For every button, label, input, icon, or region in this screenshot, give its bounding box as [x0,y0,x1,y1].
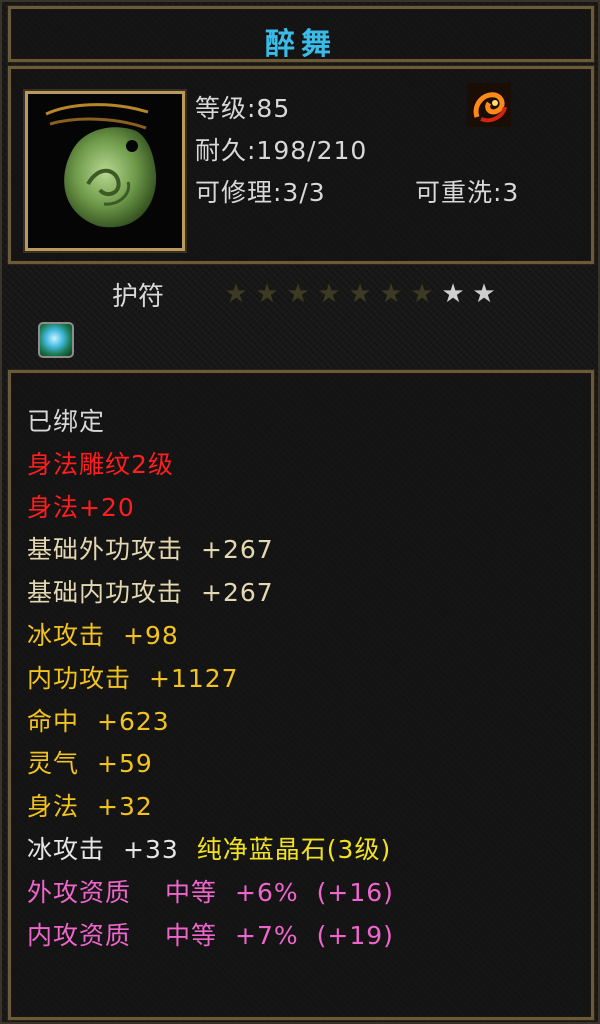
attribute-line: 内攻资质 中等 +7% (+19) [27,915,394,958]
attribute-bonus: (+19) [316,920,394,950]
attribute-line: 身法雕纹2级 [27,444,394,487]
item-rewashable: 可重洗:3 [415,178,520,207]
item-tooltip: 醉舞 等级:85 耐久:198/210 可修理:3/3 可重洗:3 护符 ★ ★… [0,0,600,1024]
star-filled-icon: ★ [286,279,310,309]
attribute-line: 内功攻击 +1127 [27,658,394,701]
attribute-text: 已绑定 [27,407,106,436]
attribute-grade: 中等 [165,920,218,950]
item-level: 等级:85 [195,94,291,123]
item-name: 醉舞 [265,27,337,62]
attribute-line: 灵气 +59 [27,743,394,786]
attribute-value: +267 [201,535,274,565]
attribute-value: +623 [97,706,170,736]
attributes-panel: 已绑定身法雕纹2级 身法+20 基础外功攻击 +267 基础内功攻击 +267 冰攻击 +98… [8,370,594,1020]
attribute-list: 已绑定身法雕纹2级 身法+20 基础外功攻击 +267 基础内功攻击 +267 冰攻击 +98… [27,401,394,957]
attribute-label: 灵气 [27,749,80,779]
attribute-line: 身法 +32 [27,786,394,829]
gem-slot-icon[interactable] [38,322,74,358]
attribute-value: +1127 [149,663,239,693]
star-filled-icon: ★ [255,279,279,309]
attribute-value: +7% [235,920,299,950]
item-icon-frame[interactable] [25,91,185,251]
attribute-label: 冰攻击 [27,834,106,864]
attribute-line: 冰攻击 +33 纯净蓝晶石(3级) [27,829,394,872]
attribute-label: 基础内功攻击 [27,578,184,608]
attribute-line: 冰攻击 +98 [27,615,394,658]
attribute-label: 身法 [27,792,80,822]
attribute-label: 命中 [27,706,80,736]
attribute-text: 身法+20 [27,492,135,522]
attribute-line: 命中 +623 [27,701,394,744]
item-type-panel: 护符 ★ ★ ★ ★ ★ ★ ★ ★ ★ [8,268,594,368]
attribute-line: 基础外功攻击 +267 [27,529,394,572]
star-empty-icon: ★ [472,279,496,309]
attribute-label: 基础外功攻击 [27,535,184,565]
attribute-label: 内功攻击 [27,663,132,693]
attribute-line: 基础内功攻击 +267 [27,572,394,615]
star-filled-icon: ★ [317,279,341,309]
item-info-panel: 等级:85 耐久:198/210 可修理:3/3 可重洗:3 [8,66,594,264]
attribute-line: 已绑定 [27,401,394,444]
attribute-label: 外攻资质 [27,877,132,907]
item-type: 护符 [112,282,165,312]
attribute-line: 外攻资质 中等 +6% (+16) [27,872,394,915]
attribute-value: +59 [97,749,153,779]
attribute-gem: 纯净蓝晶石(3级) [196,834,392,864]
attribute-value: +32 [97,792,153,822]
star-filled-icon: ★ [410,279,434,309]
item-repairable: 可修理:3/3 [195,178,326,207]
attribute-grade: 中等 [165,877,218,907]
fire-swirl-icon [467,83,511,127]
jade-amulet-icon [28,94,182,248]
star-empty-icon: ★ [441,279,465,309]
star-rating: ★ ★ ★ ★ ★ ★ ★ ★ ★ [222,280,498,308]
title-panel: 醉舞 [8,6,594,62]
star-filled-icon: ★ [224,279,248,309]
attribute-label: 内攻资质 [27,920,132,950]
attribute-text: 身法雕纹2级 [27,449,174,479]
attribute-value: +267 [201,578,274,608]
attribute-line: 身法+20 [27,487,394,530]
attribute-value: +6% [235,877,299,907]
attribute-value: +98 [123,620,179,650]
attribute-label: 冰攻击 [27,620,106,650]
attribute-bonus: (+16) [316,877,394,907]
star-filled-icon: ★ [348,279,372,309]
item-durability: 耐久:198/210 [195,136,368,165]
star-filled-icon: ★ [379,279,403,309]
attribute-value: +33 [123,834,179,864]
